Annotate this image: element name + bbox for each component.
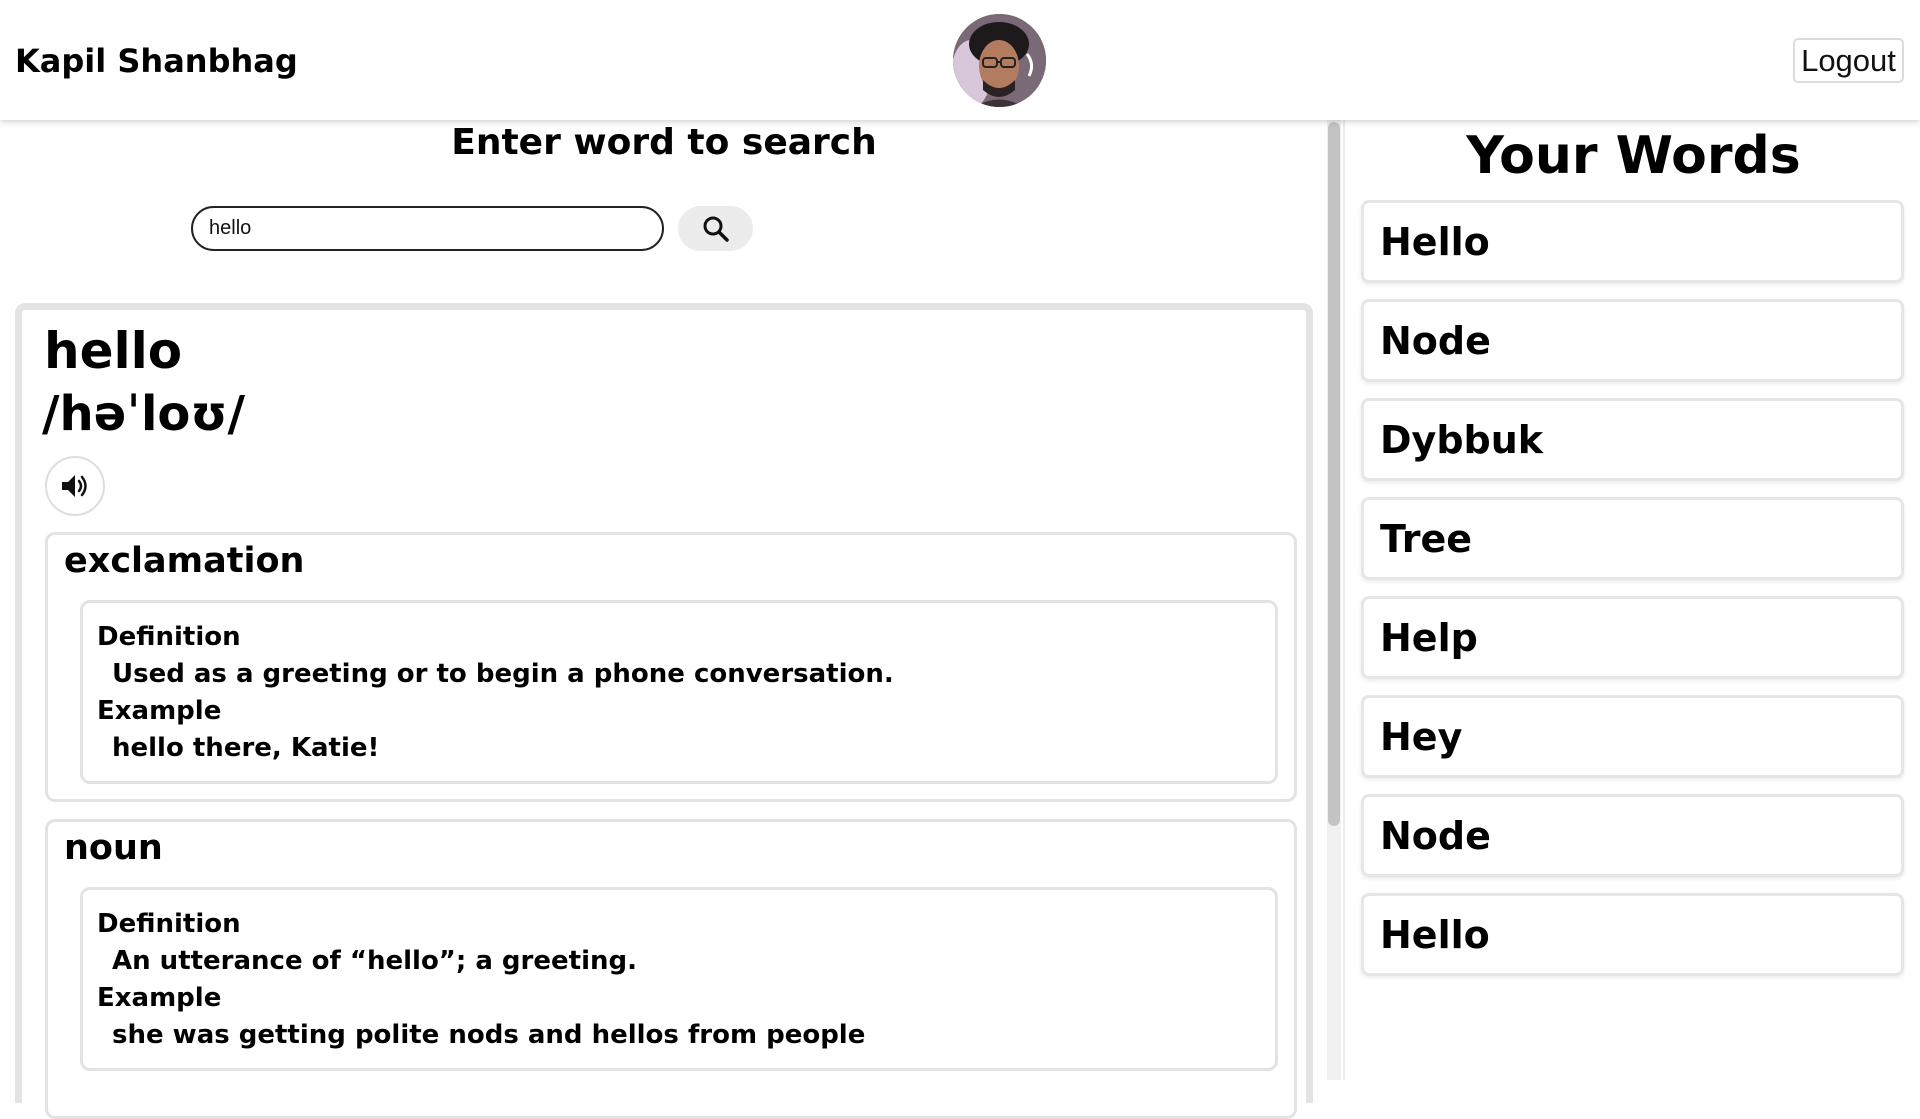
part-of-speech: exclamation (64, 541, 305, 581)
search-icon (703, 216, 729, 242)
avatar-image (953, 14, 1046, 107)
example-text: hello there, Katie! (112, 733, 380, 763)
definition-label: Definition (97, 622, 241, 652)
result-phonetic: /həˈloʊ/ (42, 386, 245, 442)
avatar[interactable] (953, 14, 1046, 107)
example-label: Example (97, 696, 222, 726)
scrollbar-thumb[interactable] (1328, 122, 1340, 826)
definition-label: Definition (97, 909, 241, 939)
saved-word-item[interactable]: Hello (1361, 893, 1904, 976)
meaning-card: exclamation Definition Used as a greetin… (45, 532, 1297, 802)
your-words-list: Hello Node Dybbuk Tree Help Hey Node Hel… (1361, 200, 1904, 992)
play-audio-button[interactable] (45, 456, 105, 516)
speaker-icon (62, 475, 87, 497)
definition-box: Definition Used as a greeting or to begi… (80, 600, 1278, 784)
definition-text: An utterance of “hello”; a greeting. (112, 946, 637, 976)
saved-word-item[interactable]: Help (1361, 596, 1904, 679)
example-label: Example (97, 983, 222, 1013)
part-of-speech: noun (64, 828, 163, 868)
logout-button[interactable]: Logout (1793, 38, 1904, 83)
meaning-card: noun Definition An utterance of “hello”;… (45, 819, 1297, 1119)
example-text: she was getting polite nods and hellos f… (112, 1020, 866, 1050)
your-words-title: Your Words (1466, 126, 1801, 186)
user-name: Kapil Shanbhag (15, 42, 298, 80)
saved-word-item[interactable]: Hey (1361, 695, 1904, 778)
search-title: Enter word to search (451, 122, 877, 163)
definition-box: Definition An utterance of “hello”; a gr… (80, 887, 1278, 1071)
saved-word-item[interactable]: Node (1361, 299, 1904, 382)
saved-word-item[interactable]: Dybbuk (1361, 398, 1904, 481)
saved-word-item[interactable]: Tree (1361, 497, 1904, 580)
result-card: hello /həˈloʊ/ exclamation Definition Us… (15, 303, 1313, 1119)
saved-word-item[interactable]: Hello (1361, 200, 1904, 283)
definition-text: Used as a greeting or to begin a phone c… (112, 659, 894, 689)
app-header: Kapil Shanbhag Logout (0, 0, 1920, 120)
saved-word-item[interactable]: Node (1361, 794, 1904, 877)
search-input[interactable] (191, 206, 664, 251)
result-word: hello (44, 322, 183, 380)
panel-divider (1343, 120, 1345, 1080)
search-button[interactable] (678, 206, 753, 251)
